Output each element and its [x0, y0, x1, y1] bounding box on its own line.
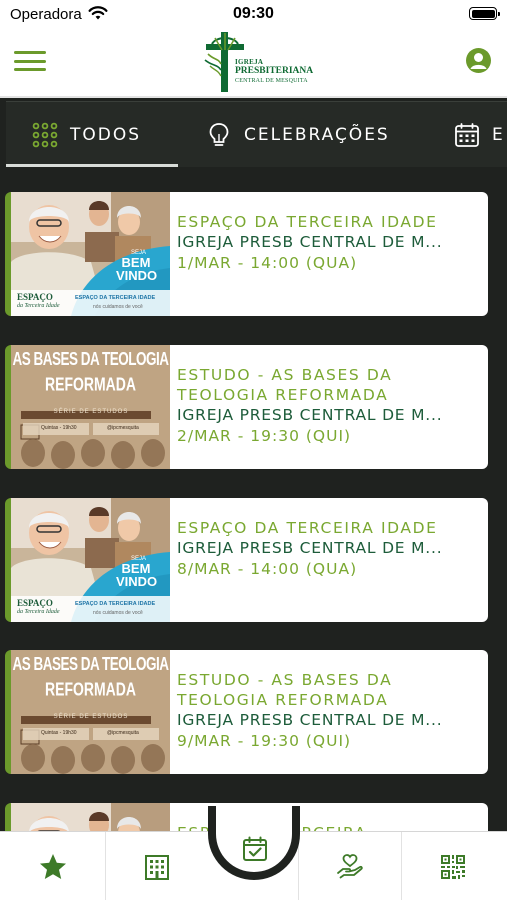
thumb-brand-text: ESPAÇO [17, 598, 53, 608]
event-location: IGREJA PRESB CENTRAL DE M... [177, 233, 443, 251]
thumb-tagline-text: nós cuidamos de você [93, 610, 143, 616]
qr-code-icon [440, 854, 465, 879]
event-details: ESPAÇO DA TERCEIRA IDADE IGREJA PRESB CE… [177, 212, 478, 274]
event-card[interactable]: AS BASES DA TEOLOGIA REFORMADA SÉRIE DE … [5, 345, 488, 469]
battery-icon [469, 7, 500, 20]
thumb-ribbon-text: SÉRIE DE ESTUDOS [53, 409, 129, 415]
thumb-tagline-text: nós cuidamos de você [93, 304, 143, 310]
tab-celebracoes-label: CELEBRAÇÕES [244, 125, 390, 145]
event-date: 1/MAR - 14:00 (QUA) [177, 254, 358, 272]
thumb-brand-sub-text: da Terceira Idade [17, 609, 60, 615]
events-content[interactable]: TODOS CELEBRAÇÕES E SEJA BEM VINDO ESPAÇ… [0, 98, 507, 831]
thumb-ribbon-text: SÉRIE DE ESTUDOS [53, 714, 129, 720]
event-date: 2/MAR - 19:30 (QUI) [177, 427, 352, 445]
user-profile-icon[interactable] [466, 48, 491, 73]
donation-hand-icon [336, 853, 363, 878]
tab-eventos[interactable]: E [454, 102, 505, 167]
thumb-caption-text: ESPAÇO DA TERCEIRA IDADE [75, 295, 156, 301]
thumb-caption-text: ESPAÇO DA TERCEIRA IDADE [75, 601, 156, 607]
event-title: ESPAÇO DA TERCEIRA IDADE [177, 213, 438, 231]
tab-selected-indicator [6, 164, 178, 167]
event-card[interactable]: AS BASES DA TEOLOGIA REFORMADA SÉRIE DE … [5, 650, 488, 774]
calendar-icon [455, 123, 479, 147]
thumb-welcome-text: BEM VINDO [116, 561, 158, 589]
tab-todos[interactable]: TODOS [32, 102, 141, 167]
event-card[interactable]: SEJA BEM VINDO ESPAÇO da Terceira Idade … [5, 192, 488, 316]
thumb-info1-text: Quintas - 19h30 [41, 730, 77, 736]
bottom-navigation [0, 806, 507, 900]
event-thumbnail: AS BASES DA TEOLOGIA REFORMADA SÉRIE DE … [11, 345, 170, 469]
logo-text-line1: IGREJA [235, 58, 264, 66]
event-details: ESTUDO - AS BASES DA TEOLOGIA REFORMADA … [177, 670, 478, 752]
nav-qr-code[interactable] [402, 832, 503, 900]
star-icon [39, 853, 66, 879]
church-logo: IGREJA PRESBITERIANA CENTRAL DE MESQUITA [200, 30, 314, 94]
event-card[interactable]: SEJA BEM VINDO ESPAÇO da Terceira Idade … [5, 498, 488, 622]
hamburger-menu-icon[interactable] [14, 48, 46, 74]
event-details: ESTUDO - AS BASES DA TEOLOGIA REFORMADA … [177, 365, 478, 447]
tab-todos-label: TODOS [70, 125, 142, 145]
grid-dots-icon [32, 122, 58, 148]
thumb-title-line1: AS BASES DA TEOLOGIA [12, 349, 169, 370]
thumb-title-line2: REFORMADA [45, 678, 136, 700]
thumb-welcome-text: BEM VINDO [116, 255, 158, 283]
tab-celebracoes[interactable]: CELEBRAÇÕES [206, 102, 390, 167]
nav-church[interactable] [106, 832, 207, 900]
thumb-title-line1: AS BASES DA TEOLOGIA [12, 654, 169, 675]
status-time: 09:30 [233, 5, 274, 22]
event-thumbnail: AS BASES DA TEOLOGIA REFORMADA SÉRIE DE … [11, 650, 170, 774]
thumb-info2-text: @ipcmesquita [107, 730, 139, 736]
event-title: ESTUDO - AS BASES DA TEOLOGIA REFORMADA [177, 366, 393, 404]
event-thumbnail: SEJA BEM VINDO ESPAÇO da Terceira Idade … [11, 498, 170, 622]
calendar-check-icon [243, 836, 267, 861]
event-location: IGREJA PRESB CENTRAL DE M... [177, 711, 443, 729]
thumb-brand-sub-text: da Terceira Idade [17, 303, 60, 309]
thumb-brand-text: ESPAÇO [17, 292, 53, 302]
thumb-info1-text: Quintas - 19h30 [41, 425, 77, 431]
event-location: IGREJA PRESB CENTRAL DE M... [177, 539, 443, 557]
thumb-info2-text: @ipcmesquita [107, 425, 139, 431]
status-bar: Operadora 09:30 [0, 0, 507, 30]
event-date: 8/MAR - 14:00 (QUA) [177, 560, 358, 578]
logo-text-line2: PRESBITERIANA [235, 66, 314, 76]
event-title: ESTUDO - AS BASES DA TEOLOGIA REFORMADA [177, 671, 393, 709]
thumb-title-line2: REFORMADA [45, 373, 136, 395]
nav-donations[interactable] [299, 832, 400, 900]
category-tabs: TODOS CELEBRAÇÕES E [6, 101, 507, 167]
lightbulb-icon [209, 123, 229, 146]
building-icon [144, 854, 169, 880]
tab-eventos-label: E [492, 125, 505, 145]
event-title: ESPAÇO DA TERCEIRA IDADE [177, 519, 438, 537]
event-thumbnail: SEJA BEM VINDO ESPAÇO da Terceira Idade … [11, 192, 170, 316]
nav-agenda[interactable] [208, 806, 300, 880]
event-date: 9/MAR - 19:30 (QUI) [177, 732, 352, 750]
event-location: IGREJA PRESB CENTRAL DE M... [177, 406, 443, 424]
nav-favorites[interactable] [2, 832, 103, 900]
event-thumbnail: SEJA BEM VINDO ESPAÇO da Terceira Idade … [11, 803, 170, 831]
app-header: IGREJA PRESBITERIANA CENTRAL DE MESQUITA [0, 30, 507, 98]
event-details: ESPAÇO DA TERCEIRA IDADE IGREJA PRESB CE… [177, 518, 478, 580]
logo-text-line3: CENTRAL DE MESQUITA [235, 77, 308, 84]
